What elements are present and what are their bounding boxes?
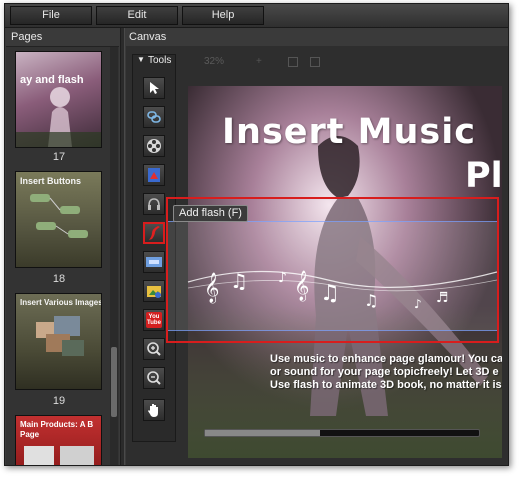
image-tool-button[interactable]	[143, 164, 165, 186]
page-18-preview	[30, 194, 88, 238]
flash-icon	[149, 226, 160, 240]
panel-splitter[interactable]	[120, 28, 125, 465]
body-line-3: Use flash to animate 3D book, no matter …	[270, 379, 502, 391]
link-tool-button[interactable]	[143, 106, 165, 128]
link-icon	[147, 111, 161, 123]
page-number-17: 17	[52, 151, 66, 163]
fit-page-icon[interactable]	[288, 57, 298, 67]
page-thumbnail-19[interactable]: Insert Various Images	[15, 293, 102, 390]
zoom-level: 32%	[204, 56, 225, 67]
zoom-out-button[interactable]	[143, 367, 165, 389]
hand-pan-icon	[148, 404, 158, 417]
gallery-tool-button[interactable]	[143, 280, 165, 302]
select-arrow-icon	[150, 82, 159, 94]
tools-panel: ▼ Tools You Tube	[132, 54, 176, 442]
youtube-icon-bottom: Tube	[147, 320, 161, 326]
audio-tool-button[interactable]	[143, 193, 165, 215]
zoom-in-icon	[147, 342, 161, 356]
picture-gallery-icon	[147, 286, 161, 298]
edit-menu[interactable]: Edit	[96, 6, 178, 25]
page-heading-continued: Pl	[465, 156, 502, 196]
body-line-2: or sound for your page topicfreely! Let …	[270, 366, 499, 378]
page-thumbnail-18[interactable]: Insert Buttons	[15, 171, 102, 268]
zoom-toolbar: 32% +	[184, 52, 504, 72]
page-number-19: 19	[52, 395, 66, 407]
flash-text-icon	[146, 257, 162, 267]
youtube-icon: You Tube	[146, 312, 162, 328]
media-player-bar[interactable]	[204, 429, 480, 437]
page-body-text: Use music to enhance page glamour! You c…	[270, 353, 502, 392]
page-17-preview	[16, 87, 101, 147]
body-line-1: Use music to enhance page glamour! You c…	[270, 353, 502, 365]
page-19-preview	[36, 316, 84, 356]
canvas-area: 32% + ▼ Tools You Tube Insert Music Pl U…	[126, 46, 508, 465]
zoom-plus-icon[interactable]: +	[256, 56, 262, 67]
tools-header[interactable]: ▼ Tools	[133, 55, 177, 67]
pages-panel-label: Pages	[11, 31, 43, 43]
canvas-panel-label: Canvas	[129, 31, 167, 43]
page-19-title: Insert Various Images	[20, 298, 102, 307]
tools-header-label: Tools	[148, 55, 172, 66]
zoom-in-button[interactable]	[143, 338, 165, 360]
headphones-icon	[148, 198, 160, 210]
help-menu[interactable]: Help	[182, 6, 264, 25]
file-menu[interactable]: File	[10, 6, 92, 25]
page-thumbnail-20[interactable]: Main Products: A B Page	[15, 415, 102, 465]
fit-width-icon[interactable]	[310, 57, 320, 67]
pages-scroll-thumb[interactable]	[111, 347, 117, 417]
add-flash-button[interactable]	[143, 222, 165, 244]
page-heading: Insert Music	[222, 112, 477, 152]
page-canvas[interactable]: Insert Music Pl Use music to enhance pag…	[188, 86, 502, 458]
video-reel-icon	[147, 139, 161, 153]
collapse-triangle-icon[interactable]: ▼	[137, 55, 145, 64]
youtube-tool-button[interactable]: You Tube	[143, 309, 165, 331]
video-tool-button[interactable]	[143, 135, 165, 157]
pan-tool-button[interactable]	[143, 399, 165, 421]
add-flash-tooltip: Add flash (F)	[173, 205, 248, 222]
media-progress	[205, 430, 321, 436]
select-tool-button[interactable]	[143, 77, 165, 99]
pages-panel: ay and flash 17 Insert Buttons 18 Insert	[6, 46, 119, 465]
zoom-out-icon	[147, 371, 161, 385]
pages-scrollbar[interactable]	[110, 47, 118, 465]
image-icon	[148, 168, 160, 182]
app-window: File Edit Help Pages Canvas ay and flash…	[4, 3, 509, 466]
page-20-title: Main Products: A B Page	[20, 420, 94, 439]
page-number-18: 18	[52, 273, 66, 285]
page-18-title: Insert Buttons	[20, 176, 82, 186]
menu-bar: File Edit Help	[5, 4, 508, 28]
flash-text-tool-button[interactable]	[143, 251, 165, 273]
page-thumbnail-17[interactable]: ay and flash	[15, 51, 102, 148]
page-17-title: ay and flash	[20, 74, 84, 86]
